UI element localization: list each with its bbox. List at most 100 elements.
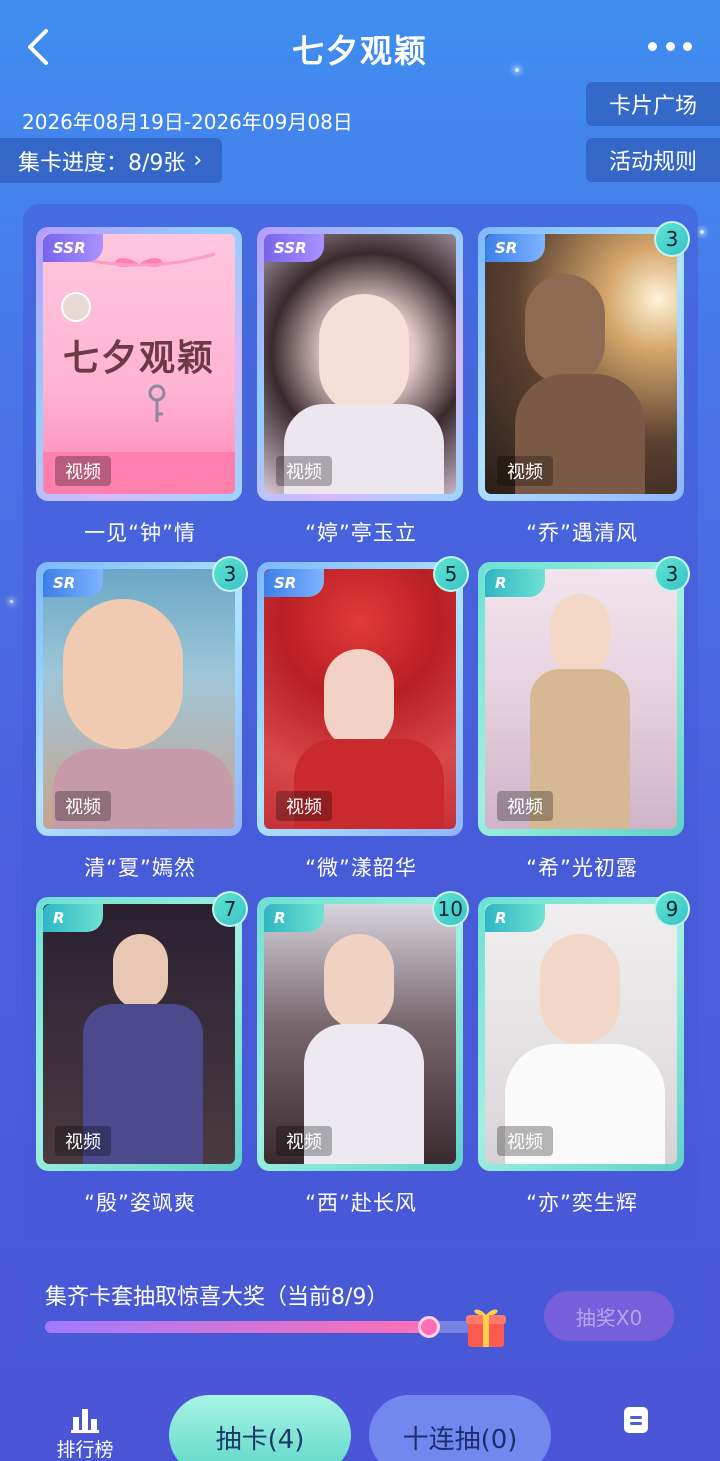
card-item: SR 视频 3 清“夏”嫣然 <box>36 556 248 882</box>
rarity-badge: SSR <box>264 234 324 262</box>
card-frame[interactable]: R 视频 10 <box>257 891 469 1171</box>
prize-progress-knob <box>418 1316 441 1338</box>
dot-icon <box>648 41 657 51</box>
card-name: 清“夏”嫣然 <box>84 856 196 880</box>
ranking-button[interactable]: 排行榜 <box>50 1405 120 1461</box>
collection-progress-button[interactable]: 集卡进度：8/9张 › <box>0 138 223 183</box>
event-rules-button[interactable]: 活动规则 <box>586 138 720 182</box>
sparkle-decoration <box>700 230 704 234</box>
card-name: 一见“钟”情 <box>84 521 196 545</box>
dot-icon <box>683 41 692 51</box>
card-item: SR 视频 3 “乔”遇清风 <box>478 221 690 547</box>
video-tag: 视频 <box>276 456 332 486</box>
card-name: “婷”亭玉立 <box>305 521 417 545</box>
poster-title: 七夕观颖 <box>62 338 215 379</box>
card-image: SR 视频 <box>485 234 677 494</box>
card-frame[interactable]: R 视频 9 <box>478 891 690 1171</box>
card-count-badge: 10 <box>431 891 469 927</box>
card-image: R 视频 <box>485 569 677 829</box>
prize-progress-bar <box>45 1316 477 1338</box>
video-tag: 视频 <box>276 791 332 821</box>
card-frame[interactable]: SR 视频 3 <box>36 556 248 836</box>
more-options-button[interactable] <box>648 36 692 56</box>
event-date-range: 2026年08月19日-2026年09月08日 <box>22 110 353 134</box>
card-name: “殷”姿飒爽 <box>84 1191 196 1215</box>
portrait-shape <box>525 274 605 384</box>
portrait-shape <box>63 599 183 749</box>
card-plaza-button[interactable]: 卡片广场 <box>586 82 720 126</box>
rarity-badge: SR <box>264 569 324 597</box>
rarity-badge: SR <box>485 234 545 262</box>
video-tag: 视频 <box>497 791 553 821</box>
rarity-badge: R <box>264 904 324 932</box>
prize-section: 集齐卡套抽取惊喜大奖（当前8/9） 抽奖X0 <box>23 1263 698 1361</box>
card-frame[interactable]: 七夕观颖 SSR 视频 <box>36 227 242 501</box>
video-tag: 视频 <box>497 1126 553 1156</box>
rarity-badge: R <box>485 904 545 932</box>
card-frame[interactable]: SSR 视频 <box>257 227 463 501</box>
collection-progress-label: 集卡进度：8/9张 <box>18 150 186 176</box>
card-item: R 视频 3 “希”光初露 <box>478 556 690 882</box>
key-icon <box>143 384 171 424</box>
chevron-right-icon: › <box>193 148 203 173</box>
lottery-draw-button[interactable]: 抽奖X0 <box>544 1291 674 1341</box>
gift-icon <box>463 1303 509 1349</box>
card-name: “亦”奕生辉 <box>526 1191 638 1215</box>
portrait-shape <box>540 934 620 1044</box>
card-name: “希”光初露 <box>526 856 638 880</box>
rarity-badge: R <box>485 569 545 597</box>
portrait-shape <box>550 594 610 674</box>
portrait-shape <box>324 649 394 749</box>
card-item: SR 视频 5 “微”漾韶华 <box>257 556 469 882</box>
card-image: R 视频 <box>264 904 456 1164</box>
card-item: R 视频 9 “亦”奕生辉 <box>478 891 690 1217</box>
ranking-label: 排行榜 <box>56 1439 114 1461</box>
card-frame[interactable]: SR 视频 5 <box>257 556 469 836</box>
card-image: SR 视频 <box>264 569 456 829</box>
card-count-badge: 3 <box>654 221 690 257</box>
card-image: 七夕观颖 SSR 视频 <box>43 234 235 494</box>
bottom-nav: 排行榜 抽卡(4) 十连抽(0) <box>0 1385 720 1461</box>
page-title: 七夕观颖 <box>291 32 428 70</box>
document-icon <box>624 1407 648 1433</box>
card-item: R 视频 7 “殷”姿飒爽 <box>36 891 248 1217</box>
rarity-badge: SR <box>43 569 103 597</box>
prize-progress-fill <box>45 1321 430 1333</box>
card-count-badge: 3 <box>212 556 248 592</box>
card-name: “西”赴长风 <box>305 1191 417 1215</box>
card-image: R 视频 <box>485 904 677 1164</box>
card-item: 七夕观颖 SSR 视频 一见“钟”情 <box>36 227 244 547</box>
portrait-shape <box>113 934 168 1009</box>
record-button[interactable] <box>622 1405 650 1435</box>
card-name: “乔”遇清风 <box>526 521 638 545</box>
portrait-shape <box>324 934 394 1029</box>
bar-chart-icon <box>71 1409 99 1433</box>
dot-icon <box>665 41 675 51</box>
header: 七夕观颖 <box>0 0 720 95</box>
card-item: R 视频 10 “西”赴长风 <box>257 891 469 1217</box>
video-tag: 视频 <box>276 1126 332 1156</box>
video-tag: 视频 <box>55 456 111 486</box>
card-count-badge: 3 <box>654 556 690 592</box>
sparkle-decoration <box>10 600 13 603</box>
card-name: “微”漾韶华 <box>305 856 417 880</box>
card-count-badge: 9 <box>654 891 690 927</box>
card-frame[interactable]: R 视频 7 <box>36 891 248 1171</box>
portrait-shape <box>319 294 409 414</box>
draw-card-button[interactable]: 抽卡(4) <box>169 1395 351 1461</box>
rarity-badge: R <box>43 904 103 932</box>
video-tag: 视频 <box>55 791 111 821</box>
avatar <box>61 292 91 322</box>
video-tag: 视频 <box>497 456 553 486</box>
ten-draw-button[interactable]: 十连抽(0) <box>369 1395 551 1461</box>
card-frame[interactable]: R 视频 3 <box>478 556 690 836</box>
card-count-badge: 7 <box>212 891 248 927</box>
card-frame[interactable]: SR 视频 3 <box>478 221 690 501</box>
rarity-badge: SSR <box>43 234 103 262</box>
prize-description: 集齐卡套抽取惊喜大奖（当前8/9） <box>45 1285 389 1310</box>
card-image: R 视频 <box>43 904 235 1164</box>
card-item: SSR 视频 “婷”亭玉立 <box>257 227 465 547</box>
card-image: SR 视频 <box>43 569 235 829</box>
video-tag: 视频 <box>55 1126 111 1156</box>
card-image: SSR 视频 <box>264 234 456 494</box>
